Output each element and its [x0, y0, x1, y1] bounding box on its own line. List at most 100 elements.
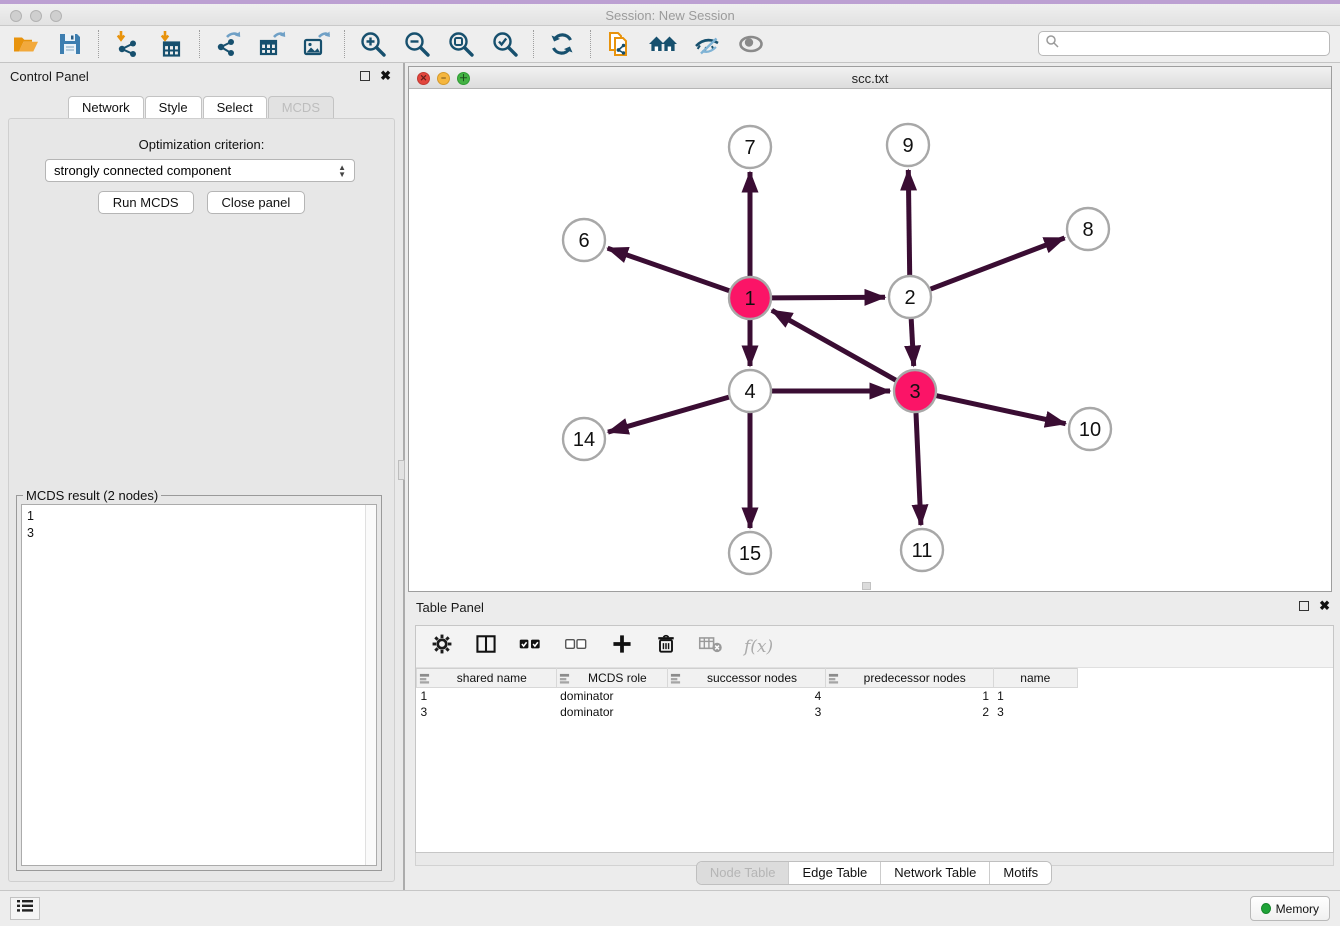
cell-successor-nodes[interactable]: 4 — [668, 688, 826, 704]
table-row[interactable]: 1 dominator 4 1 1 — [417, 688, 1078, 704]
export-image-button[interactable] — [300, 29, 332, 59]
zoom-out-button[interactable] — [401, 29, 433, 59]
graph-node-6[interactable]: 6 — [563, 219, 605, 261]
table-row[interactable]: 3 dominator 3 2 3 — [417, 704, 1078, 720]
graph-edge-3-10[interactable] — [937, 396, 1066, 424]
run-mcds-button[interactable]: Run MCDS — [98, 191, 194, 214]
export-table-icon — [258, 30, 286, 58]
graph-edge-1-2[interactable] — [772, 297, 885, 298]
cell-predecessor-nodes[interactable]: 1 — [825, 688, 993, 704]
delete-row-button[interactable] — [654, 632, 678, 661]
tab-network-table[interactable]: Network Table — [881, 862, 990, 884]
cell-mcds-role[interactable]: dominator — [556, 704, 668, 720]
open-session-button[interactable] — [10, 29, 42, 59]
graph-node-1[interactable]: 1 — [729, 277, 771, 319]
zoom-selected-icon — [491, 30, 519, 58]
cell-name[interactable]: 3 — [993, 704, 1077, 720]
cell-shared-name[interactable]: 3 — [417, 704, 557, 720]
plus-icon — [610, 632, 634, 661]
optimization-criterion-label: Optimization criterion: — [9, 137, 394, 152]
cell-mcds-role[interactable]: dominator — [556, 688, 668, 704]
application-window: Session: New Session — [0, 0, 1340, 926]
houses-button[interactable] — [647, 29, 679, 59]
network-canvas[interactable]: 7 9 6 8 1 2 4 3 14 10 15 11 — [409, 89, 1331, 591]
select-all-button[interactable] — [518, 633, 544, 660]
graph-node-15[interactable]: 15 — [729, 532, 771, 574]
graph-node-10[interactable]: 10 — [1069, 408, 1111, 450]
export-network-icon — [214, 30, 242, 58]
import-network-button[interactable] — [111, 29, 143, 59]
network-graph: 7 9 6 8 1 2 4 3 14 10 15 11 — [409, 89, 1331, 591]
session-title: Session: New Session — [0, 8, 1340, 23]
graph-edge-4-14[interactable] — [608, 397, 729, 432]
search-input[interactable] — [1059, 34, 1329, 54]
split-panel-button[interactable] — [474, 632, 498, 661]
mcds-result-area[interactable]: 1 3 — [21, 504, 377, 866]
cell-shared-name[interactable]: 1 — [417, 688, 557, 704]
graph-node-7[interactable]: 7 — [729, 126, 771, 168]
graph-node-9[interactable]: 9 — [887, 124, 929, 166]
column-header-shared-name[interactable]: shared name — [417, 669, 557, 688]
export-table-button[interactable] — [256, 29, 288, 59]
refresh-button[interactable] — [546, 29, 578, 59]
float-table-panel-icon[interactable] — [1299, 601, 1309, 611]
cell-name[interactable]: 1 — [993, 688, 1077, 704]
zoom-in-button[interactable] — [357, 29, 389, 59]
graph-node-3[interactable]: 3 — [894, 370, 936, 412]
cell-predecessor-nodes[interactable]: 2 — [825, 704, 993, 720]
tab-motifs[interactable]: Motifs — [990, 862, 1051, 884]
hide-graphics-details-button[interactable] — [691, 29, 723, 59]
trash-icon — [654, 632, 678, 661]
tab-node-table[interactable]: Node Table — [697, 862, 790, 884]
export-network-button[interactable] — [212, 29, 244, 59]
column-header-predecessor-nodes[interactable]: predecessor nodes — [825, 669, 993, 688]
control-panel: Control Panel ✖ Network Style Select MCD… — [0, 63, 403, 890]
tab-style[interactable]: Style — [145, 96, 202, 119]
import-table-button[interactable] — [155, 29, 187, 59]
delete-table-icon — [698, 633, 724, 660]
column-header-mcds-role[interactable]: MCDS role — [556, 669, 668, 688]
graph-edge-2-8[interactable] — [931, 238, 1065, 289]
graph-edge-2-9[interactable] — [908, 170, 909, 275]
splitter-handle[interactable] — [398, 460, 405, 480]
zoom-fit-button[interactable] — [445, 29, 477, 59]
duplicate-network-button[interactable] — [603, 29, 635, 59]
close-panel-button[interactable]: Close panel — [207, 191, 306, 214]
graph-node-8[interactable]: 8 — [1067, 208, 1109, 250]
result-scrollbar[interactable] — [365, 505, 376, 865]
eye-slash-icon — [693, 30, 721, 58]
graph-node-14[interactable]: 14 — [563, 418, 605, 460]
network-window-titlebar[interactable]: ✕ − ＋ scc.txt — [409, 67, 1331, 89]
show-graphics-details-button[interactable] — [735, 29, 767, 59]
graph-edge-3-1[interactable] — [772, 310, 896, 380]
tab-select[interactable]: Select — [203, 96, 267, 119]
close-panel-icon[interactable]: ✖ — [380, 71, 391, 81]
float-panel-icon[interactable] — [360, 71, 370, 81]
tab-mcds[interactable]: MCDS — [268, 96, 334, 119]
graph-node-11[interactable]: 11 — [901, 529, 943, 571]
column-header-successor-nodes[interactable]: successor nodes — [668, 669, 826, 688]
graph-node-4[interactable]: 4 — [729, 370, 771, 412]
graph-edge-1-6[interactable] — [608, 248, 730, 291]
delete-table-button — [698, 633, 724, 660]
zoom-selected-button[interactable] — [489, 29, 521, 59]
table-settings-button[interactable] — [430, 632, 454, 661]
save-session-button[interactable] — [54, 29, 86, 59]
memory-button[interactable]: Memory — [1250, 896, 1330, 921]
graph-edge-2-3[interactable] — [911, 319, 914, 366]
graph-edge-3-11[interactable] — [916, 413, 921, 525]
toolbar-separator — [533, 30, 534, 58]
tab-edge-table[interactable]: Edge Table — [789, 862, 881, 884]
toolbar-separator — [344, 30, 345, 58]
task-history-button[interactable] — [10, 897, 40, 920]
optimization-select[interactable]: strongly connected component ▲▼ — [45, 159, 355, 182]
deselect-all-button[interactable] — [564, 633, 590, 660]
tab-network[interactable]: Network — [68, 96, 144, 119]
graph-node-2[interactable]: 2 — [889, 276, 931, 318]
canvas-resize-handle[interactable] — [862, 582, 871, 590]
close-table-panel-icon[interactable]: ✖ — [1319, 601, 1330, 611]
cell-successor-nodes[interactable]: 3 — [668, 704, 826, 720]
add-row-button[interactable] — [610, 632, 634, 661]
chevron-up-down-icon: ▲▼ — [338, 164, 346, 178]
column-header-name[interactable]: name — [993, 669, 1077, 688]
